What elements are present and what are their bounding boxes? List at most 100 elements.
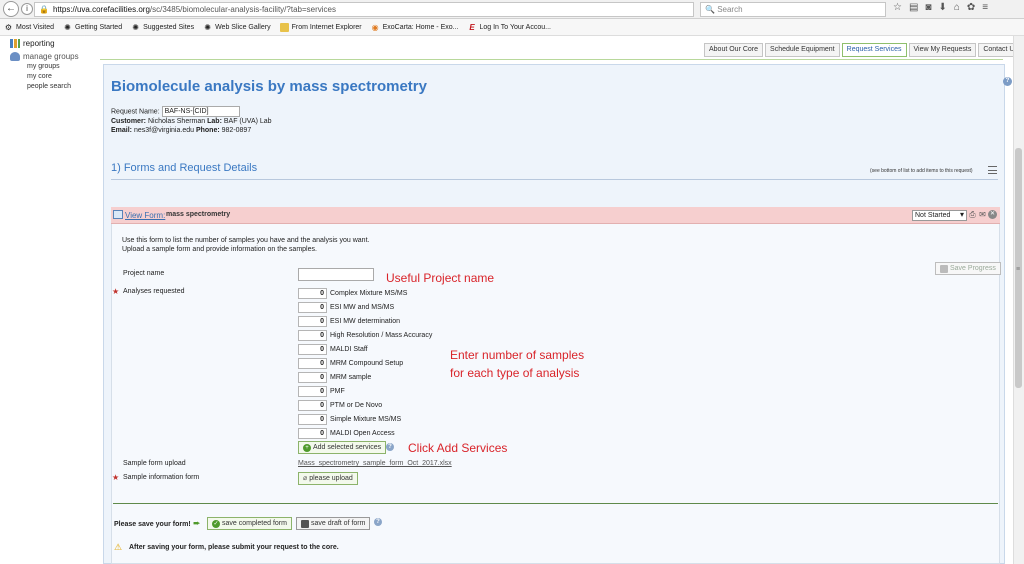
circle-icon: ◉ bbox=[371, 22, 379, 32]
firefox-icon: ✺ bbox=[64, 22, 71, 32]
project-name-input[interactable] bbox=[298, 268, 374, 281]
bookmark-most-visited[interactable]: ⚙ Most Visited bbox=[4, 23, 54, 32]
tab-view-my-requests[interactable]: View My Requests bbox=[908, 43, 977, 57]
form-divider bbox=[113, 503, 998, 504]
url-host: https://uva.corefacilities.org bbox=[52, 5, 150, 14]
analysis-row: 0 MRM Compound Setup bbox=[298, 358, 403, 369]
quantity-input[interactable]: 0 bbox=[298, 330, 327, 341]
tab-request-services[interactable]: Request Services bbox=[841, 43, 907, 57]
add-services-button[interactable]: + Add selected services bbox=[298, 441, 387, 454]
tab-schedule-equipment[interactable]: Schedule Equipment bbox=[765, 43, 840, 57]
nav-manage-groups[interactable]: manage groups bbox=[10, 52, 79, 61]
form-name: mass spectrometry bbox=[166, 211, 231, 218]
analysis-row: 0 Complex Mixture MS/MS bbox=[298, 288, 407, 299]
print-icon[interactable]: ⎙ bbox=[968, 210, 977, 219]
bookmark-login[interactable]: E Log In To Your Accou... bbox=[467, 22, 551, 32]
annotation-add-services: Click Add Services bbox=[408, 441, 508, 455]
folder-icon bbox=[279, 22, 289, 32]
top-tabs: About Our Core Schedule Equipment Reques… bbox=[704, 43, 1023, 57]
save-draft-button[interactable]: save draft of form bbox=[296, 517, 371, 530]
home-icon[interactable]: ⌂ bbox=[954, 2, 960, 13]
help-icon[interactable]: ? bbox=[1003, 77, 1012, 86]
quantity-input[interactable]: 0 bbox=[298, 302, 327, 313]
please-upload-button[interactable]: ⌀ please upload bbox=[298, 472, 358, 485]
nav-my-groups[interactable]: my groups bbox=[27, 63, 60, 70]
view-form-link[interactable]: View Form: bbox=[125, 211, 165, 220]
quantity-input[interactable]: 0 bbox=[298, 386, 327, 397]
quantity-input[interactable]: 0 bbox=[298, 414, 327, 425]
lock-icon: 🔒 bbox=[39, 5, 49, 14]
bookmarks-bar: ⚙ Most Visited ✺ Getting Started ✺ Suggeste… bbox=[0, 19, 1024, 36]
firefox-icon: ✺ bbox=[132, 22, 139, 32]
form-tools: ⎙ ✉ ✕ bbox=[968, 210, 997, 219]
analyses-label: Analyses requested bbox=[123, 288, 185, 295]
analysis-row: 0 MRM sample bbox=[298, 372, 371, 383]
request-name-input[interactable]: BAF-NS-[CID] bbox=[161, 106, 240, 117]
help-icon[interactable]: ? bbox=[374, 518, 382, 526]
section-note: (see bottom of list to add items to this… bbox=[870, 168, 973, 174]
reading-list-icon[interactable]: ▤ bbox=[909, 2, 918, 13]
annotation-samples-line1: Enter number of samples bbox=[450, 348, 585, 362]
disk-icon bbox=[301, 519, 309, 528]
status-select[interactable]: Not Started bbox=[912, 210, 967, 221]
extension-icon[interactable]: ✿ bbox=[967, 2, 975, 13]
save-progress-button[interactable]: Save Progress bbox=[935, 262, 1001, 275]
gear-icon: ⚙ bbox=[4, 22, 13, 32]
form-icon bbox=[113, 210, 123, 219]
star-icon[interactable]: ☆ bbox=[893, 2, 902, 13]
sample-info-label: Sample information form bbox=[123, 474, 200, 481]
quantity-input[interactable]: 0 bbox=[298, 316, 327, 327]
chart-icon bbox=[10, 39, 20, 48]
browser-search-input[interactable]: 🔍 Search bbox=[700, 2, 886, 17]
bookmark-exocarta[interactable]: ◉ ExoCarta: Home - Exo... bbox=[371, 23, 459, 32]
nav-my-core[interactable]: my core bbox=[27, 73, 52, 80]
bookmark-getting-started[interactable]: ✺ Getting Started bbox=[63, 23, 122, 32]
save-icon bbox=[940, 264, 948, 273]
form-box bbox=[111, 207, 1000, 564]
list-icon[interactable] bbox=[988, 166, 997, 174]
tab-about-our-core[interactable]: About Our Core bbox=[704, 43, 764, 57]
quantity-input[interactable]: 0 bbox=[298, 358, 327, 369]
quantity-input[interactable]: 0 bbox=[298, 400, 327, 411]
warning-text: After saving your form, please submit yo… bbox=[129, 544, 339, 551]
form-intro-line2: Upload a sample form and provide informa… bbox=[122, 246, 317, 253]
e-icon: E bbox=[469, 22, 475, 32]
url-field[interactable]: 🔒 https://uva.corefacilities.org/sc/3485… bbox=[34, 2, 694, 17]
quantity-input[interactable]: 0 bbox=[298, 344, 327, 355]
analysis-row: 0 ESI MW and MS/MS bbox=[298, 302, 394, 313]
email-row: Email: nes3f@virginia.edu Phone: 982-089… bbox=[111, 127, 252, 134]
left-nav: reporting manage groups my groups my cor… bbox=[0, 36, 100, 564]
info-icon[interactable]: i bbox=[21, 3, 33, 15]
help-icon[interactable]: ? bbox=[386, 443, 394, 451]
quantity-input[interactable]: 0 bbox=[298, 372, 327, 383]
analysis-row: 0 ESI MW determination bbox=[298, 316, 400, 327]
quantity-input[interactable]: 0 bbox=[298, 428, 327, 439]
annotation-project-name: Useful Project name bbox=[386, 271, 495, 285]
bookmark-from-ie[interactable]: From Internet Explorer bbox=[279, 22, 362, 32]
menu-icon[interactable]: ≡ bbox=[982, 2, 988, 13]
plus-icon: + bbox=[303, 443, 311, 452]
paperclip-icon: ⌀ bbox=[303, 475, 308, 482]
browser-icons: ☆ ▤ ◙ ⬇ ⌂ ✿ ≡ bbox=[893, 2, 988, 13]
nav-people-search[interactable]: people search bbox=[27, 83, 71, 90]
download-icon[interactable]: ⬇ bbox=[938, 2, 946, 13]
scroll-grip-icon: ≡ bbox=[1016, 266, 1021, 273]
quantity-input[interactable]: 0 bbox=[298, 288, 327, 299]
search-placeholder: Search bbox=[717, 5, 743, 14]
sample-form-link[interactable]: Mass_spectrometry_sample_form_Oct_2017.x… bbox=[298, 460, 452, 467]
annotation-samples-line2: for each type of analysis bbox=[450, 366, 580, 380]
save-completed-button[interactable]: ✓ save completed form bbox=[207, 517, 292, 530]
sample-form-upload-label: Sample form upload bbox=[123, 460, 186, 467]
close-icon[interactable]: ✕ bbox=[988, 210, 997, 219]
email-icon[interactable]: ✉ bbox=[978, 210, 987, 219]
analysis-row: 0 High Resolution / Mass Accuracy bbox=[298, 330, 432, 341]
form-header bbox=[111, 207, 1000, 224]
nav-reporting[interactable]: reporting bbox=[10, 39, 55, 48]
pocket-icon[interactable]: ◙ bbox=[925, 2, 931, 13]
section-divider bbox=[111, 179, 998, 180]
back-button[interactable]: ← bbox=[3, 1, 19, 17]
warning-icon: ⚠ bbox=[114, 542, 123, 552]
analysis-row: 0 PTM or De Novo bbox=[298, 400, 382, 411]
bookmark-suggested-sites[interactable]: ✺ Suggested Sites bbox=[131, 23, 194, 32]
bookmark-web-slice-gallery[interactable]: ✺ Web Slice Gallery bbox=[203, 23, 270, 32]
